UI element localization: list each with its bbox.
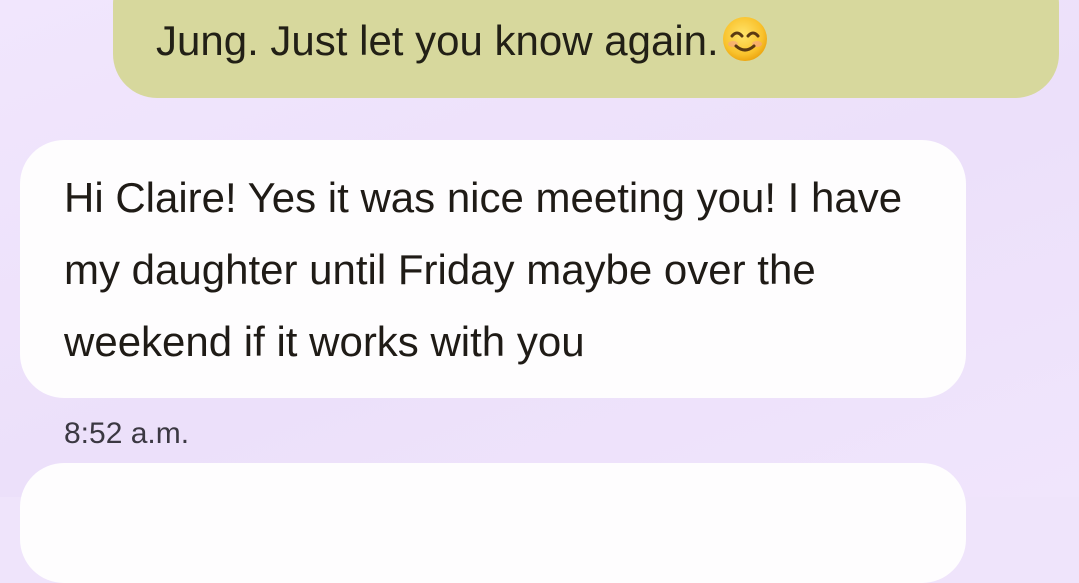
message-timestamp: 8:52 a.m. — [64, 417, 190, 450]
next-message-bubble[interactable] — [20, 463, 966, 583]
smiling-face-icon — [722, 17, 767, 61]
incoming-message-text: Hi Claire! Yes it was nice meeting you! … — [64, 174, 903, 365]
outgoing-message: Jung. Just let you know again. — [156, 14, 769, 68]
outgoing-message-text: Jung. Just let you know again. — [156, 17, 719, 64]
